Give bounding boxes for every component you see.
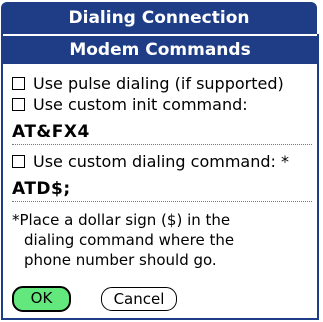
cancel-button[interactable]: Cancel [101,287,177,311]
dialog-body: Modem Commands Use pulse dialing (if sup… [1,34,319,320]
pulse-dialing-label: Use pulse dialing (if supported) [33,73,284,93]
ok-button[interactable]: OK [12,286,71,312]
custom-dial-label: Use custom dialing command: * [33,151,289,171]
custom-init-checkbox[interactable] [12,97,25,111]
help-note: *Place a dollar sign ($) in the dialing … [12,210,312,270]
section-title: Modem Commands [3,36,317,64]
custom-init-row[interactable]: Use custom init command: [12,93,248,115]
note-line-2: dialing command where the [24,231,235,249]
window-title: Dialing Connection [1,2,317,34]
note-line-1: *Place a dollar sign ($) in the [12,211,231,229]
init-command-field[interactable]: AT&FX4 [12,120,312,145]
pulse-dialing-checkbox[interactable] [12,76,25,90]
custom-dial-checkbox[interactable] [12,154,25,168]
custom-dial-row[interactable]: Use custom dialing command: * [12,150,289,172]
pulse-dialing-row[interactable]: Use pulse dialing (if supported) [12,72,284,94]
dial-command-field[interactable]: ATD$; [12,177,312,202]
custom-init-label: Use custom init command: [33,94,248,114]
note-line-3: phone number should go. [24,251,217,269]
